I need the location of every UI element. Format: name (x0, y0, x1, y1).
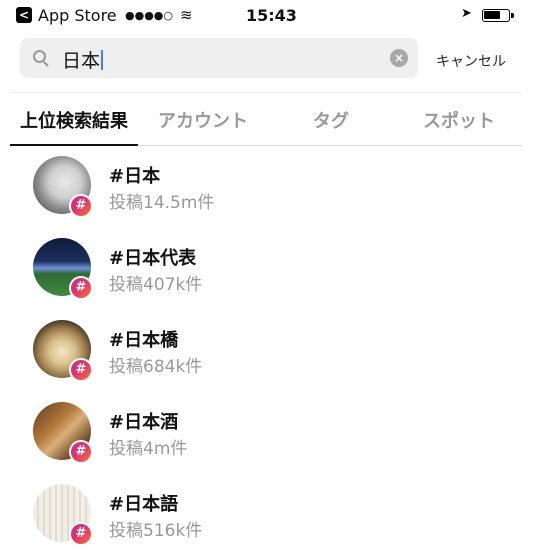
hashtag-name: #日本語 (109, 494, 179, 515)
signal-strength-icon: ●●●●○ (125, 9, 173, 22)
post-count: 投稿14.5m件 (109, 193, 215, 213)
hashtag-icon: # (69, 440, 93, 464)
post-count: 投稿684k件 (109, 357, 203, 377)
hashtag-icon: # (69, 194, 93, 218)
list-item[interactable]: # #日本 投稿14.5m件 (0, 150, 537, 232)
list-item[interactable]: # #日本橋 投稿684k件 (0, 314, 537, 396)
hashtag-name: #日本酒 (109, 412, 179, 433)
search-icon (33, 50, 46, 63)
tab-tags[interactable]: タグ (313, 107, 349, 133)
search-row: 日本 × キャンセル (0, 38, 537, 80)
hashtag-name: #日本 (109, 166, 161, 187)
status-bar: < App Store ●●●●○ ≋ 15:43 ➤ (0, 0, 537, 32)
active-tab-indicator (10, 144, 138, 146)
list-item[interactable]: # #日本代表 投稿407k件 (0, 232, 537, 314)
list-item[interactable]: # #日本酒 投稿4m件 (0, 396, 537, 478)
battery-icon (482, 9, 514, 22)
hashtag-icon: # (69, 358, 93, 382)
status-time: 15:43 (246, 6, 297, 25)
hashtag-name: #日本橋 (109, 330, 179, 351)
tab-places[interactable]: スポット (423, 107, 495, 133)
post-count: 投稿516k件 (109, 521, 203, 541)
list-item[interactable]: # #日本語 投稿516k件 (0, 478, 537, 560)
cancel-button[interactable]: キャンセル (436, 51, 506, 71)
post-count: 投稿407k件 (109, 275, 203, 295)
search-input-value[interactable]: 日本 (62, 46, 103, 73)
clear-search-icon[interactable]: × (390, 49, 408, 67)
tab-accounts[interactable]: アカウント (158, 107, 248, 133)
hashtag-name: #日本代表 (109, 248, 197, 269)
text-caret (101, 50, 103, 70)
search-tabs: 上位検索結果 アカウント タグ スポット (10, 92, 522, 146)
hashtag-icon: # (69, 522, 93, 546)
wifi-icon: ≋ (180, 6, 193, 24)
search-input[interactable]: 日本 × (20, 38, 418, 78)
hashtag-icon: # (69, 276, 93, 300)
post-count: 投稿4m件 (109, 439, 188, 459)
back-to-app-label[interactable]: App Store (38, 6, 117, 25)
tab-top[interactable]: 上位検索結果 (20, 107, 128, 133)
location-arrow-icon: ➤ (461, 6, 472, 21)
back-to-app-icon[interactable]: < (16, 7, 32, 23)
